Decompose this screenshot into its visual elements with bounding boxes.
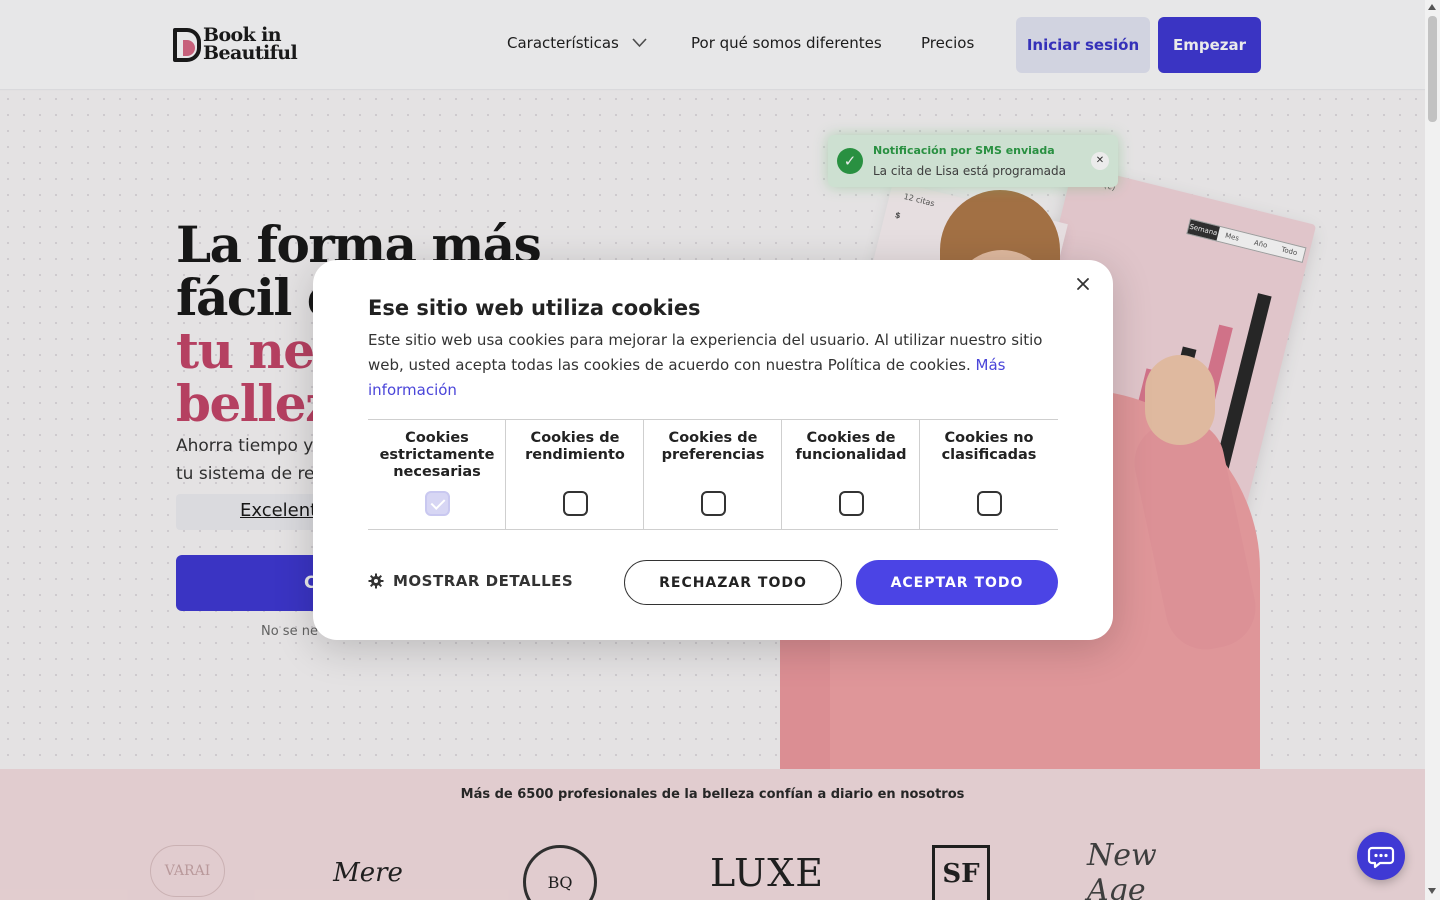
cookie-categories: Cookies estrictamente necesarias Cookies… <box>368 419 1058 530</box>
cookie-category-necessary: Cookies estrictamente necesarias <box>368 420 506 530</box>
unclassified-checkbox[interactable] <box>977 491 1002 516</box>
chat-widget-button[interactable] <box>1357 832 1405 880</box>
functionality-checkbox[interactable] <box>839 491 864 516</box>
cookie-category-unclassified: Cookies no clasificadas <box>920 420 1058 530</box>
necessary-checkbox <box>425 491 450 516</box>
cookie-category-performance: Cookies de rendimiento <box>506 420 644 530</box>
cookie-category-functionality: Cookies de funcionalidad <box>782 420 920 530</box>
gear-icon <box>368 573 384 589</box>
cookie-dialog-text: Este sitio web usa cookies para mejorar … <box>368 331 1043 374</box>
show-details-label: MOSTRAR DETALLES <box>393 572 574 590</box>
cookie-category-label: Cookies de funcionalidad <box>795 430 907 463</box>
vertical-scrollbar[interactable] <box>1425 0 1440 900</box>
cookie-category-label: Cookies de rendimiento <box>525 430 625 463</box>
cookie-category-preferences: Cookies de preferencias <box>644 420 782 530</box>
reject-all-button[interactable]: RECHAZAR TODO <box>624 560 842 605</box>
cookie-category-label: Cookies estrictamente necesarias <box>379 430 495 480</box>
scrollbar-thumb[interactable] <box>1428 16 1437 122</box>
cookie-dialog-body: Este sitio web usa cookies para mejorar … <box>368 328 1058 403</box>
accept-all-button[interactable]: ACEPTAR TODO <box>856 560 1058 605</box>
chat-icon <box>1367 846 1395 869</box>
cookie-dialog-title: Ese sitio web utiliza cookies <box>368 296 701 320</box>
performance-checkbox[interactable] <box>563 491 588 516</box>
scroll-down-arrow-icon[interactable] <box>1428 888 1436 894</box>
cookie-category-label: Cookies no clasificadas <box>941 430 1037 463</box>
preferences-checkbox[interactable] <box>701 491 726 516</box>
show-details-button[interactable]: MOSTRAR DETALLES <box>368 572 573 590</box>
scroll-up-arrow-icon[interactable] <box>1428 4 1436 10</box>
close-icon[interactable] <box>1073 274 1093 294</box>
cookie-category-label: Cookies de preferencias <box>661 430 765 463</box>
cookie-consent-dialog: Ese sitio web utiliza cookies Este sitio… <box>313 260 1113 640</box>
